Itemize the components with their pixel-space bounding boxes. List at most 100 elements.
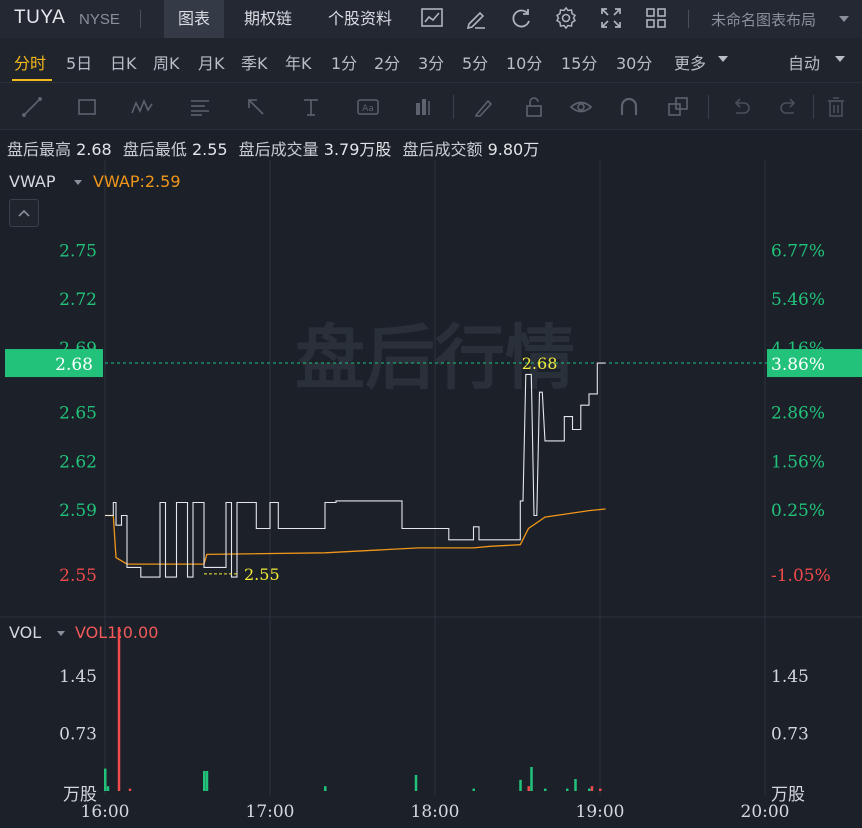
volume-bar xyxy=(527,786,530,791)
wave-tool-icon[interactable] xyxy=(130,95,154,119)
period-3m[interactable]: 3分 xyxy=(418,50,444,74)
layout-name-dropdown[interactable]: 未命名图表布局 xyxy=(711,9,816,30)
eye-icon[interactable] xyxy=(569,95,593,119)
trash-icon[interactable] xyxy=(824,95,848,119)
percent-axis-label: 2.86% xyxy=(771,404,825,424)
ticker-symbol[interactable]: TUYA xyxy=(14,7,65,29)
volume-bar xyxy=(104,768,107,791)
volume-bar xyxy=(599,788,602,791)
time-axis-label: 17:00 xyxy=(246,802,295,822)
period-day-k[interactable]: 日K xyxy=(110,50,137,74)
volume-axis-label: 1.45 xyxy=(771,667,809,687)
bar-tool-icon[interactable] xyxy=(411,95,435,119)
toolbar-divider xyxy=(813,95,814,119)
chart-compare-icon[interactable] xyxy=(419,5,445,31)
more-periods-button[interactable]: 更多 xyxy=(674,50,706,74)
price-axis-label: 2.62 xyxy=(59,452,97,472)
volume-bar xyxy=(566,788,569,791)
period-timeshare[interactable]: 分时 xyxy=(14,50,46,74)
period-5m[interactable]: 5分 xyxy=(462,50,488,74)
fib-tool-icon[interactable] xyxy=(188,95,212,119)
price-axis-label: 2.65 xyxy=(59,404,97,424)
layout-caret-icon[interactable] xyxy=(839,16,849,22)
toolbar-divider xyxy=(708,95,709,119)
period-bar: 分时 5日 日K 周K 月K 季K 年K 1分 2分 3分 5分 10分 15分… xyxy=(0,38,862,82)
svg-text:Aa: Aa xyxy=(362,104,374,114)
after-hours-amount-label: 盘后成交额 xyxy=(402,140,483,159)
arrow-tool-icon[interactable] xyxy=(244,95,268,119)
current-percent-tag-text: 3.86% xyxy=(771,355,825,375)
volume-bar xyxy=(574,779,577,791)
after-hours-volume-label: 盘后成交量 xyxy=(238,140,319,159)
refresh-icon[interactable] xyxy=(508,5,534,31)
undo-icon[interactable] xyxy=(729,95,753,119)
redo-icon[interactable] xyxy=(777,95,801,119)
high-marker-label: 2.68 xyxy=(522,354,558,373)
vol-indicator-name[interactable]: VOL xyxy=(9,623,41,642)
after-hours-low-label: 盘后最低 xyxy=(122,140,187,159)
tab-options-chain[interactable]: 期权链 xyxy=(230,0,306,38)
text-tool-icon[interactable] xyxy=(299,95,323,119)
volume-bar xyxy=(203,771,206,791)
price-axis-label: 2.55 xyxy=(59,566,97,586)
volume-bar xyxy=(530,767,533,791)
draw-pen-icon[interactable] xyxy=(463,5,489,31)
magnet-icon[interactable] xyxy=(617,95,641,119)
percent-axis-label: 1.56% xyxy=(771,452,825,472)
vwap-indicator-name[interactable]: VWAP xyxy=(9,172,55,191)
fullscreen-icon[interactable] xyxy=(598,5,624,31)
label-tool-icon[interactable]: Aa xyxy=(356,95,380,119)
volume-bar xyxy=(544,788,547,791)
scale-auto-button[interactable]: 自动 xyxy=(788,50,820,74)
rectangle-tool-icon[interactable] xyxy=(75,95,99,119)
period-week-k[interactable]: 周K xyxy=(153,50,180,74)
top-bar: TUYA NYSE 图表 期权链 个股资料 未命名图表布局 xyxy=(0,0,862,38)
after-hours-summary: 盘后最高 2.68 盘后最低 2.55 盘后成交量 3.79万股 盘后成交额 9… xyxy=(7,136,545,160)
volume-bar xyxy=(128,788,132,791)
volume-bar xyxy=(205,771,209,791)
collapse-toggle[interactable] xyxy=(9,199,39,227)
after-hours-amount-value: 9.80万 xyxy=(487,140,540,159)
period-2m[interactable]: 2分 xyxy=(374,50,400,74)
price-chart[interactable]: 盘后行情2.75 6.77%2.72 5.46%2.69 4.16%2.65 2.86%… xyxy=(0,160,862,828)
period-year-k[interactable]: 年K xyxy=(285,50,312,74)
percent-axis-label: -1.05% xyxy=(771,566,831,586)
more-caret-icon[interactable] xyxy=(718,56,728,62)
vwap-caret-icon[interactable] xyxy=(74,180,82,185)
percent-axis-label: 5.46% xyxy=(771,290,825,310)
chevron-up-icon xyxy=(18,209,30,217)
after-hours-high-value: 2.68 xyxy=(76,140,112,159)
scale-caret-icon[interactable] xyxy=(835,56,845,62)
volume-bar xyxy=(324,786,327,791)
drawing-toolbar: Aa xyxy=(0,82,862,130)
vol-indicator-value: VOL1:0.00 xyxy=(75,623,159,642)
volume-bar xyxy=(519,779,522,791)
period-1m[interactable]: 1分 xyxy=(331,50,357,74)
period-30m[interactable]: 30分 xyxy=(616,50,652,74)
period-quarter-k[interactable]: 季K xyxy=(241,50,268,74)
lock-icon[interactable] xyxy=(522,95,546,119)
divider xyxy=(140,10,141,28)
pen-tool-icon[interactable] xyxy=(472,95,496,119)
period-10m[interactable]: 10分 xyxy=(506,50,542,74)
after-hours-low-value: 2.55 xyxy=(191,140,228,159)
volume-bar xyxy=(117,627,121,791)
period-month-k[interactable]: 月K xyxy=(198,50,225,74)
vwap-line xyxy=(105,508,606,565)
line-tool-icon[interactable] xyxy=(20,95,44,119)
period-15m[interactable]: 15分 xyxy=(561,50,597,74)
tab-chart[interactable]: 图表 xyxy=(164,0,225,38)
price-axis-label: 2.75 xyxy=(59,242,97,262)
divider xyxy=(688,10,689,28)
tab-stock-profile[interactable]: 个股资料 xyxy=(314,0,406,38)
low-marker-label: 2.55 xyxy=(244,565,280,584)
after-hours-volume-value: 3.79万股 xyxy=(323,140,392,159)
period-5d[interactable]: 5日 xyxy=(66,50,92,74)
active-period-underline xyxy=(12,79,52,81)
current-price-tag-text: 2.68 xyxy=(55,355,93,375)
volume-bar xyxy=(590,786,594,791)
layout-grid-icon[interactable] xyxy=(643,5,669,31)
settings-icon[interactable] xyxy=(553,5,579,31)
vol-caret-icon[interactable] xyxy=(57,631,65,636)
layers-icon[interactable] xyxy=(666,95,690,119)
